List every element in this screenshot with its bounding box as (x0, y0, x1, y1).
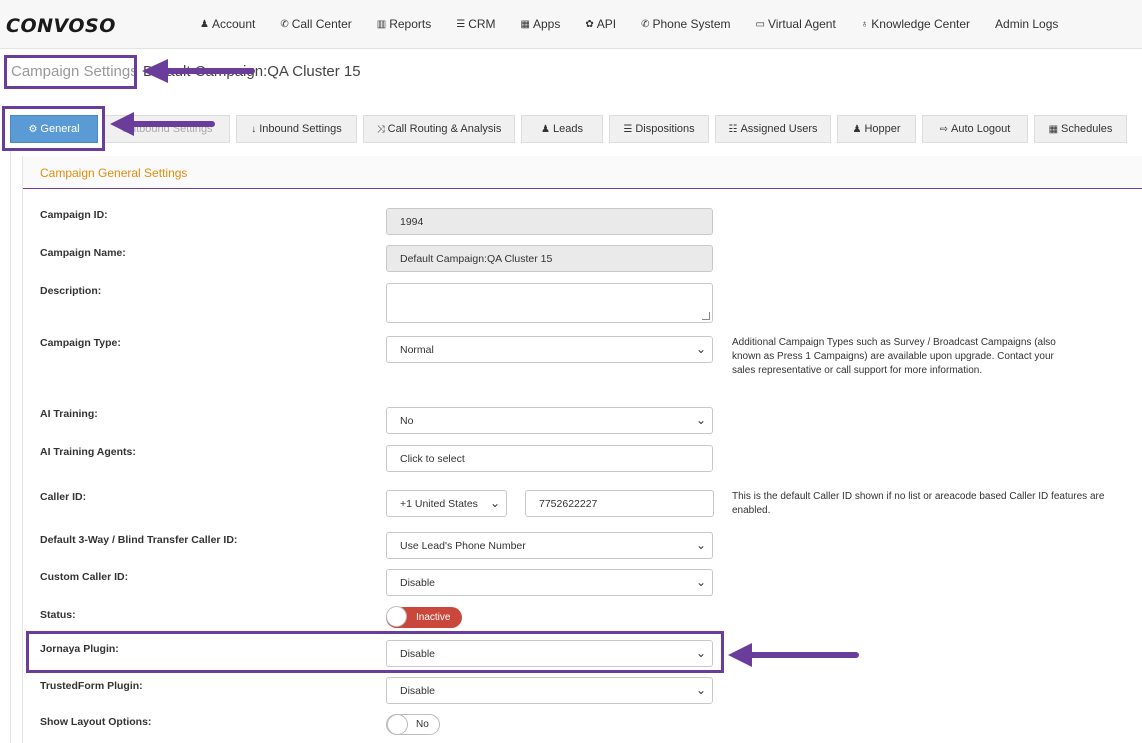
sign-out-icon: ⇨ (939, 123, 949, 135)
tab-hopper[interactable]: ♟ Hopper (837, 115, 916, 143)
show-layout-options-toggle[interactable]: No (386, 714, 440, 735)
caller-id-number-input[interactable]: 7752622227 (525, 490, 714, 517)
lightbulb-icon: ♁ (860, 18, 869, 30)
campaign-type-note: Additional Campaign Types such as Survey… (732, 337, 1056, 376)
tab-auto-logout[interactable]: ⇨ Auto Logout (922, 115, 1028, 143)
ai-training-label: AI Training: (40, 408, 98, 420)
description-textarea[interactable] (386, 283, 713, 323)
chevron-down-icon: ⌄ (695, 538, 706, 552)
transfer-caller-id-label: Default 3-Way / Blind Transfer Caller ID… (40, 534, 238, 546)
campaign-type-select[interactable]: Normal ⌄ (386, 336, 713, 363)
nav-apps[interactable]: ▦ Apps (521, 17, 561, 31)
chevron-down-icon: ⌄ (695, 575, 706, 589)
gear-icon: ✿ (585, 18, 594, 30)
content-divider (10, 150, 11, 743)
tab-schedules[interactable]: ▦ Schedules (1034, 115, 1127, 143)
trustedform-plugin-select[interactable]: Disable ⌄ (386, 677, 713, 704)
status-toggle[interactable]: Inactive (386, 606, 462, 628)
description-label: Description: (40, 285, 102, 297)
highlight-box-general-tab (2, 106, 105, 151)
main-nav: ♟ Account ✆ Call Center ▥ Reports ☰ CRM ▦ App… (200, 0, 1083, 48)
trustedform-plugin-label: TrustedForm Plugin: (40, 680, 143, 692)
highlight-box-jornaya (26, 631, 724, 673)
campaign-name-field: Default Campaign:QA Cluster 15 (386, 245, 713, 272)
tab-leads[interactable]: ♟ Leads (521, 115, 603, 143)
nav-crm[interactable]: ☰ CRM (456, 17, 495, 31)
campaign-type-label: Campaign Type: (40, 337, 121, 349)
campaign-id-label: Campaign ID: (40, 209, 108, 221)
nav-virtual-agent[interactable]: ▭ Virtual Agent (756, 17, 836, 31)
transfer-caller-id-select[interactable]: Use Lead's Phone Number ⌄ (386, 532, 713, 559)
campaign-title: Default Campaign:QA Cluster 15 (143, 63, 361, 80)
tab-inbound-settings[interactable]: ↓ Inbound Settings (236, 115, 357, 143)
nav-api[interactable]: ✿ API (585, 17, 616, 31)
tab-call-routing[interactable]: ⤨ Call Routing & Analysis (363, 115, 515, 143)
nav-admin-logs[interactable]: Admin Logs (995, 17, 1058, 31)
nav-call-center[interactable]: ✆ Call Center (280, 17, 351, 31)
list-icon: ☰ (456, 18, 466, 30)
top-navbar: CONVOSO ♟ Account ✆ Call Center ▥ Reports ☰… (0, 0, 1142, 49)
toggle-knob (387, 714, 408, 735)
bar-chart-icon: ▥ (376, 18, 387, 30)
status-label: Status: (40, 609, 76, 621)
calendar-icon: ▦ (1048, 123, 1059, 135)
ai-training-select[interactable]: No ⌄ (386, 407, 713, 434)
grid-icon: ▦ (520, 18, 530, 30)
phone-icon: ✆ (280, 18, 289, 30)
toggle-knob (386, 606, 407, 627)
caller-id-country-select[interactable]: +1 United States ⌄ (386, 490, 507, 517)
shuffle-icon: ⤨ (376, 123, 385, 135)
chevron-down-icon: ⌄ (489, 496, 500, 510)
ai-training-agents-label: AI Training Agents: (40, 446, 136, 458)
ai-training-agents-input[interactable]: Click to select (386, 445, 713, 472)
nav-knowledge-center[interactable]: ♁ Knowledge Center (861, 17, 970, 31)
nav-account[interactable]: ♟ Account (200, 17, 255, 31)
settings-tabs: ⚙ General Outbound Settings ↓ Inbound Sett… (10, 115, 1133, 143)
arrow-down-icon: ↓ (251, 123, 257, 135)
custom-caller-id-select[interactable]: Disable ⌄ (386, 569, 713, 596)
user-icon: ♟ (200, 18, 209, 30)
chevron-down-icon: ⌄ (695, 413, 706, 427)
nav-phone-system[interactable]: ✆ Phone System (641, 17, 730, 31)
nav-reports[interactable]: ▥ Reports (377, 17, 431, 31)
list-icon: ☰ (623, 123, 633, 135)
caller-id-note: This is the default Caller ID shown if n… (732, 491, 1105, 516)
panel-title: Campaign General Settings (40, 166, 188, 180)
convoso-logo[interactable]: CONVOSO (6, 15, 116, 37)
chevron-down-icon: ⌄ (695, 683, 706, 697)
tab-assigned-users[interactable]: ☷ Assigned Users (715, 115, 831, 143)
phone-icon: ✆ (641, 18, 650, 30)
resize-grip-icon[interactable] (702, 312, 710, 320)
show-layout-options-label: Show Layout Options: (40, 716, 152, 728)
users-icon: ♟ (852, 123, 862, 135)
chevron-down-icon: ⌄ (695, 342, 706, 356)
campaign-name-label: Campaign Name: (40, 247, 126, 259)
users-icon: ♟ (541, 123, 550, 135)
highlight-box-page-title (4, 55, 137, 89)
custom-caller-id-label: Custom Caller ID: (40, 571, 129, 583)
monitor-icon: ▭ (755, 18, 765, 30)
list-ol-icon: ☷ (728, 123, 738, 135)
tab-dispositions[interactable]: ☰ Dispositions (609, 115, 709, 143)
tab-outbound-settings[interactable]: Outbound Settings (104, 115, 230, 143)
caller-id-label: Caller ID: (40, 491, 87, 503)
panel-header: Campaign General Settings (23, 156, 1142, 189)
campaign-id-field: 1994 (386, 208, 713, 235)
